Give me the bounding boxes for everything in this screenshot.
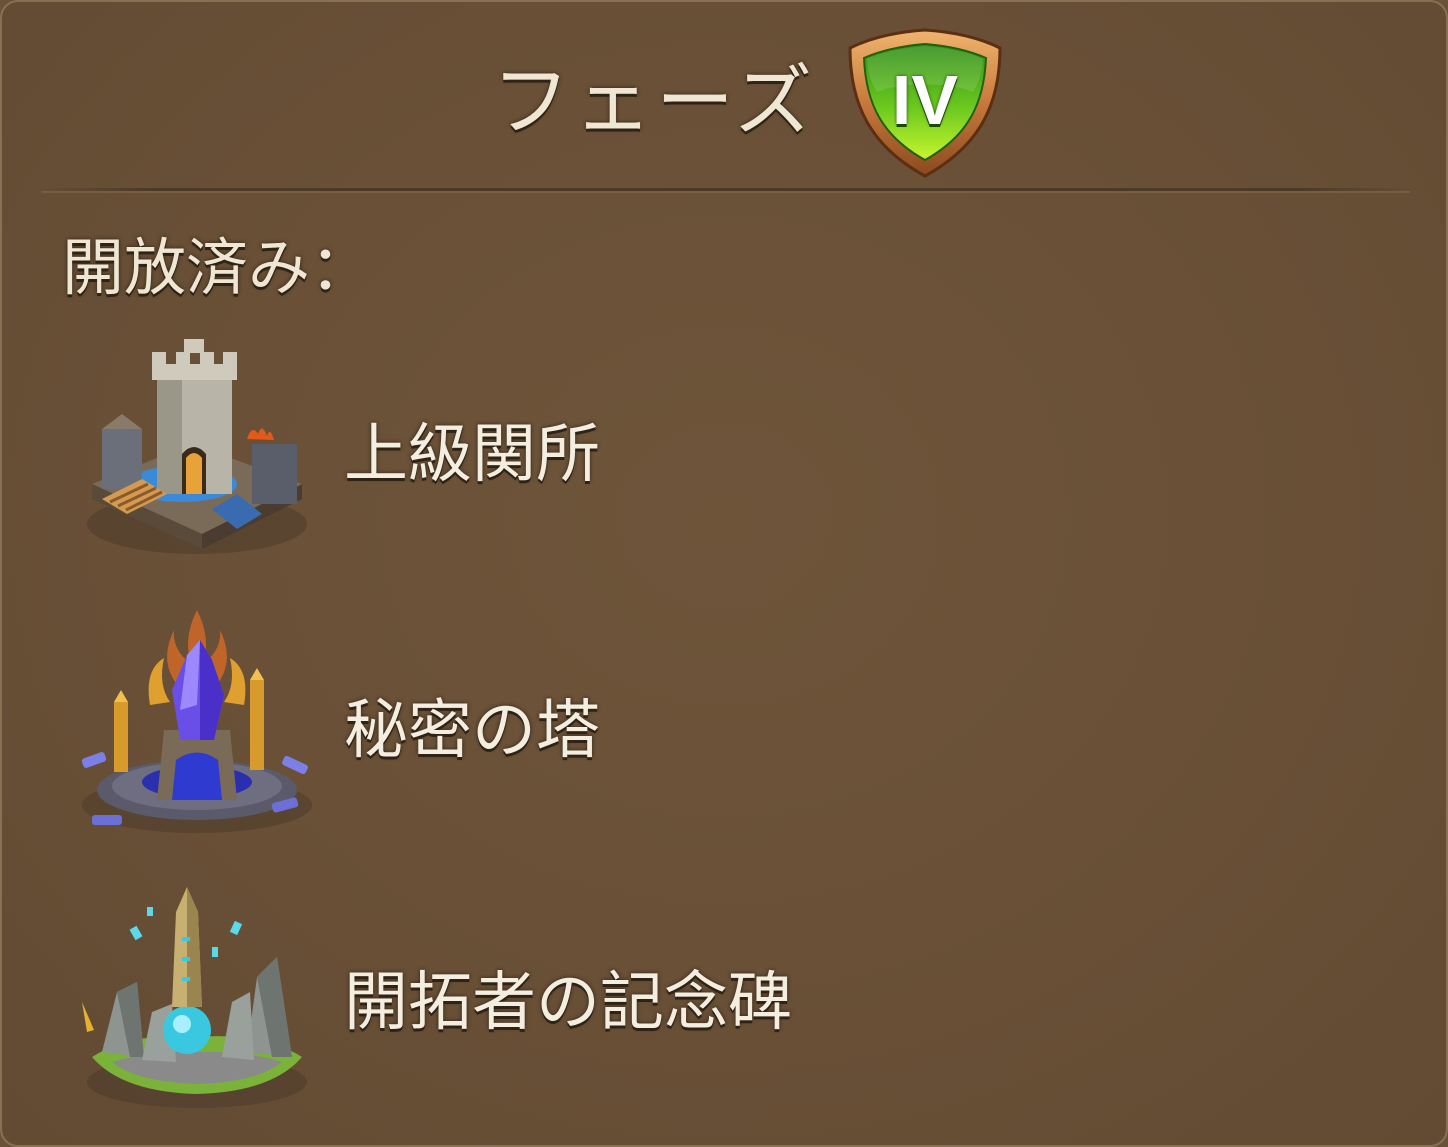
- unlocked-item-pioneer-monument: 開拓者の記念碑: [72, 882, 1372, 1112]
- phase-numeral: IV: [891, 61, 959, 139]
- item-label: 上級関所: [344, 418, 600, 492]
- phase-panel: フェーズ IV 開放済み： 上級関所 秘密の塔 開拓者の記念碑: [0, 0, 1448, 1147]
- panel-title: フェーズ: [492, 57, 817, 147]
- panel-header: フェーズ IV: [2, 2, 1448, 192]
- unlocked-item-secret-tower: 秘密の塔: [72, 610, 1372, 840]
- crystal-tower-icon: [72, 610, 322, 840]
- phase-badge: IV: [840, 24, 1010, 184]
- castle-gate-icon: [72, 334, 322, 564]
- unlocked-item-advanced-gate: 上級関所: [72, 334, 1372, 564]
- item-label: 秘密の塔: [344, 694, 600, 768]
- obelisk-monument-icon: [72, 882, 322, 1112]
- unlocked-label: 開放済み：: [62, 231, 373, 304]
- item-label: 開拓者の記念碑: [344, 966, 792, 1040]
- header-divider: [42, 188, 1410, 191]
